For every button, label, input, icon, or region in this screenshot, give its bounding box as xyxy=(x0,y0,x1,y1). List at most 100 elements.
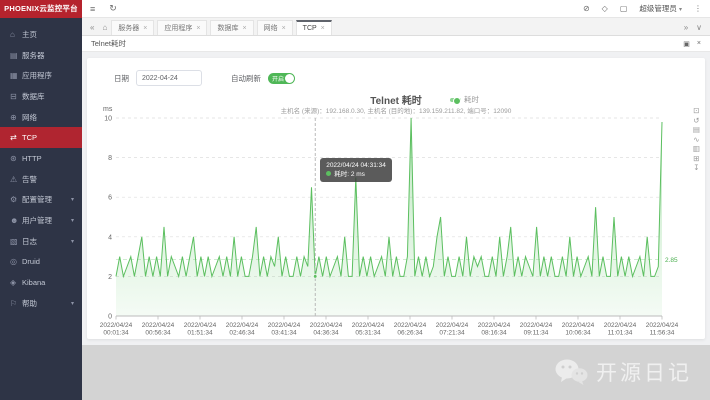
svg-text:0: 0 xyxy=(108,314,112,321)
tab-TCP[interactable]: TCP× xyxy=(296,20,332,35)
line-chart-icon[interactable]: ∿ xyxy=(693,135,700,144)
close-tab-icon[interactable]: × xyxy=(196,25,200,32)
chart-card: 日期 自动刷新 开启 Telnet 耗时 主机名 (来源)：192.168.0.… xyxy=(87,58,705,339)
legend-item-haoshi[interactable]: 耗时 xyxy=(450,94,479,105)
svg-text:2: 2 xyxy=(108,274,112,281)
sidebar-item-帮助[interactable]: ⚐帮助 ▾ xyxy=(0,293,82,314)
svg-text:2022/04/2400:56:34: 2022/04/2400:56:34 xyxy=(142,322,175,337)
close-tab-icon[interactable]: × xyxy=(143,25,147,32)
save-image-icon[interactable]: ↧ xyxy=(693,163,700,172)
footer-strip: 开源日记 xyxy=(82,345,710,400)
config-gear-icon: ⚙ xyxy=(10,195,22,204)
svg-text:2022/04/2404:36:34: 2022/04/2404:36:34 xyxy=(310,322,343,337)
tab-label: 数据库 xyxy=(217,23,238,33)
close-tab-icon[interactable]: × xyxy=(321,25,325,32)
svg-text:2.85: 2.85 xyxy=(665,257,678,264)
lock-icon[interactable]: ⊘ xyxy=(583,4,590,13)
sidebar-item-数据库[interactable]: ⊟数据库 xyxy=(0,86,82,107)
sidebar-item-label: 服务器 xyxy=(22,50,45,61)
panel-title: Telnet耗时 xyxy=(91,38,126,49)
svg-text:2022/04/2410:06:34: 2022/04/2410:06:34 xyxy=(562,322,595,337)
tab-label: 服务器 xyxy=(118,23,139,33)
svg-text:2022/04/2405:31:34: 2022/04/2405:31:34 xyxy=(352,322,385,337)
sidebar-item-主页[interactable]: ⌂主页 xyxy=(0,24,82,45)
svg-text:2022/04/2402:46:34: 2022/04/2402:46:34 xyxy=(226,322,259,337)
date-input[interactable] xyxy=(136,70,202,86)
chart-plot[interactable]: 02468102022/04/2400:01:342022/04/2400:56… xyxy=(98,114,694,340)
user-icon: ☻ xyxy=(10,216,22,225)
stack-icon[interactable]: ⊞ xyxy=(693,154,700,163)
sidebar-item-应用程序[interactable]: ▦应用程序 xyxy=(0,65,82,86)
tabs-scroll-right-icon[interactable]: » xyxy=(680,23,692,35)
chevron-down-icon: ▾ xyxy=(71,196,74,203)
top-header: ≡ ↻ ⊘ ◇ ▢ 超级管理员 ▾ ⋮ xyxy=(82,0,710,18)
svg-text:2022/04/2408:16:34: 2022/04/2408:16:34 xyxy=(478,322,511,337)
sidebar-item-配置管理[interactable]: ⚙配置管理▾ xyxy=(0,190,82,211)
sidebar-item-label: 帮助 xyxy=(22,298,37,309)
application-icon: ▦ xyxy=(10,71,22,80)
header-right: ⊘ ◇ ▢ 超级管理员 ▾ ⋮ xyxy=(583,3,702,14)
tabs-scroll-left-icon[interactable]: « xyxy=(86,23,98,35)
home-tab-icon[interactable]: ⌂ xyxy=(98,23,111,35)
chevron-down-icon: ▾ xyxy=(71,300,74,307)
tab-应用程序[interactable]: 应用程序 × xyxy=(157,20,207,35)
svg-text:2022/04/2406:26:34: 2022/04/2406:26:34 xyxy=(394,322,427,337)
auto-refresh-toggle[interactable]: 开启 xyxy=(268,73,295,84)
collapse-sidebar-icon[interactable]: ≡ xyxy=(90,4,95,14)
druid-icon: ◎ xyxy=(10,257,22,266)
sidebar-item-用户管理[interactable]: ☻用户管理 ▾ xyxy=(0,210,82,231)
close-panel-icon[interactable]: × xyxy=(697,40,701,48)
dataview-icon[interactable]: ▤ xyxy=(693,125,700,134)
sidebar-item-HTTP[interactable]: ⊛HTTP xyxy=(0,148,82,169)
sidebar-item-告警[interactable]: ⚠告警 xyxy=(0,169,82,190)
sidebar-item-label: 应用程序 xyxy=(22,70,52,81)
sidebar-item-label: 用户管理 xyxy=(22,215,52,226)
panel-icons: ▣ × xyxy=(683,40,701,48)
tab-数据库[interactable]: 数据库 × xyxy=(210,20,253,35)
help-flag-icon: ⚐ xyxy=(10,299,22,308)
svg-text:2022/04/2407:21:34: 2022/04/2407:21:34 xyxy=(436,322,469,337)
svg-text:2022/04/2411:01:34: 2022/04/2411:01:34 xyxy=(604,322,637,337)
y-axis-unit: ms xyxy=(103,106,112,113)
sidebar-menu: ⌂主页▤服务器▦应用程序⊟数据库⊕网络⇄TCP⊛HTTP⚠告警⚙配置管理▾☻用户… xyxy=(0,18,82,314)
svg-text:6: 6 xyxy=(108,195,112,202)
sidebar-item-label: 主页 xyxy=(22,29,37,40)
message-icon[interactable]: ◇ xyxy=(602,4,608,13)
sidebar-item-Kibana[interactable]: ◈Kibana xyxy=(0,272,82,293)
sidebar-item-label: 网络 xyxy=(22,112,37,123)
sidebar-item-网络[interactable]: ⊕网络 xyxy=(0,107,82,128)
network-icon: ⊕ xyxy=(10,113,22,122)
sidebar-item-Druid[interactable]: ◎Druid xyxy=(0,252,82,273)
main-area: ≡ ↻ ⊘ ◇ ▢ 超级管理员 ▾ ⋮ « ⌂ 服务器×应用程序×数据库×网络×… xyxy=(82,0,710,400)
tabs-menu-icon[interactable]: ∨ xyxy=(692,23,706,35)
close-tab-icon[interactable]: × xyxy=(242,25,246,32)
svg-text:2022/04/2403:41:34: 2022/04/2403:41:34 xyxy=(268,322,301,337)
bar-chart-icon[interactable]: ▥ xyxy=(693,144,700,153)
tab-服务器[interactable]: 服务器 × xyxy=(111,20,154,35)
sidebar-item-label: 日志 xyxy=(22,236,37,247)
tab-label: 应用程序 xyxy=(164,23,192,33)
content-area: 日期 自动刷新 开启 Telnet 耗时 主机名 (来源)：192.168.0.… xyxy=(82,52,710,345)
sidebar-item-服务器[interactable]: ▤服务器 xyxy=(0,45,82,66)
datazoom-icon[interactable]: ⊡ xyxy=(693,106,700,115)
tab-网络[interactable]: 网络× xyxy=(257,20,293,35)
restore-panel-icon[interactable]: ▣ xyxy=(683,40,690,48)
more-icon[interactable]: ⋮ xyxy=(694,4,702,13)
sidebar-item-TCP[interactable]: ⇄TCP xyxy=(0,127,82,148)
alert-bell-icon: ⚠ xyxy=(10,175,22,184)
auto-refresh-label: 自动刷新 xyxy=(231,73,261,84)
app-window: PHOENIX云监控平台 ⌂主页▤服务器▦应用程序⊟数据库⊕网络⇄TCP⊛HTT… xyxy=(0,0,710,400)
sidebar-item-日志[interactable]: ▧日志▾ xyxy=(0,231,82,252)
svg-text:2022/04/2400:01:34: 2022/04/2400:01:34 xyxy=(100,322,133,337)
refresh-icon[interactable]: ↻ xyxy=(109,3,117,14)
app-logo: PHOENIX云监控平台 xyxy=(0,0,82,18)
chevron-down-icon: ▾ xyxy=(71,217,74,224)
fullscreen-icon[interactable]: ▢ xyxy=(620,4,628,13)
svg-text:4: 4 xyxy=(108,234,112,241)
close-tab-icon[interactable]: × xyxy=(282,25,286,32)
restore-icon[interactable]: ↺ xyxy=(693,116,700,125)
tab-bar: « ⌂ 服务器×应用程序×数据库×网络×TCP× » ∨ xyxy=(82,18,710,36)
watermark: 开源日记 xyxy=(554,357,692,387)
sidebar-item-label: Druid xyxy=(22,257,40,266)
user-dropdown[interactable]: 超级管理员 ▾ xyxy=(639,3,682,14)
